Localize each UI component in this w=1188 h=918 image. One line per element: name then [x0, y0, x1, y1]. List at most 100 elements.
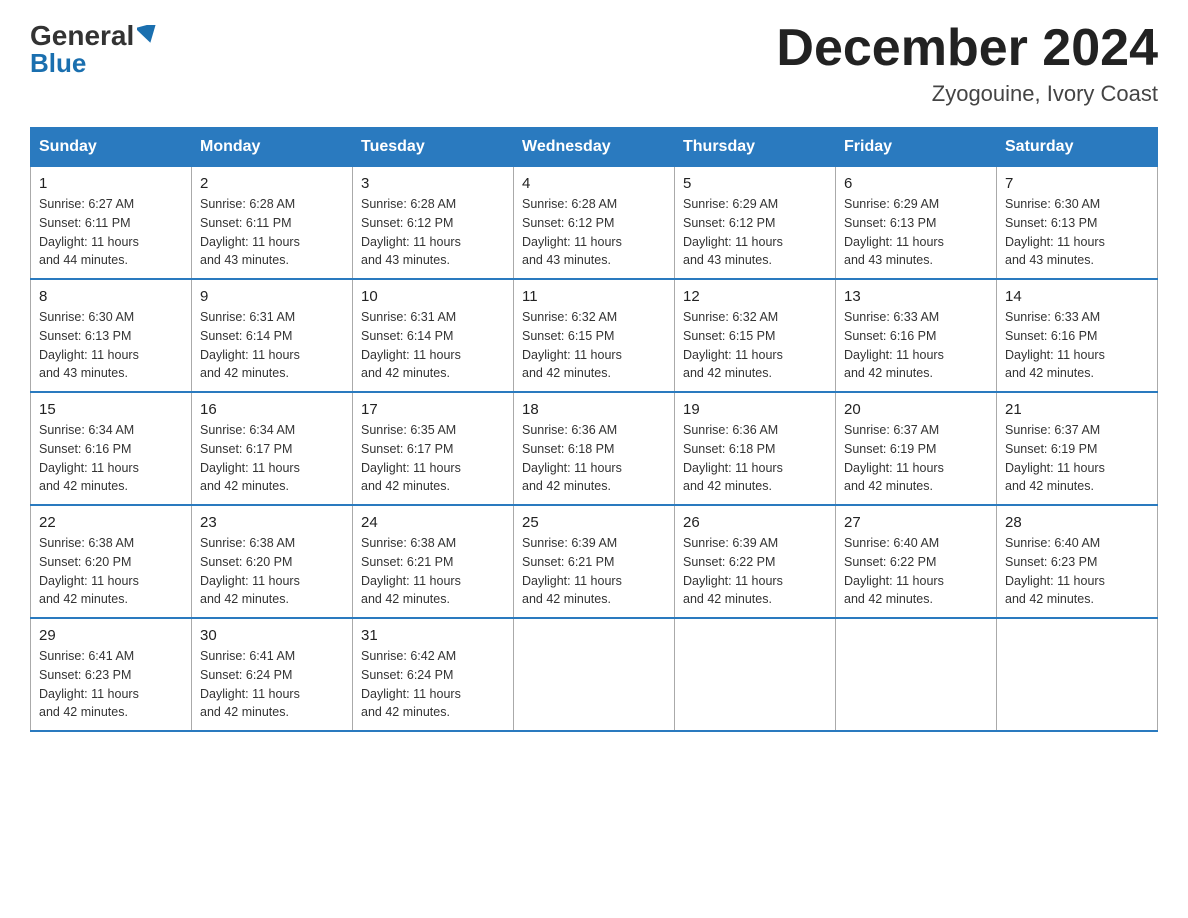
- calendar-week-row: 29 Sunrise: 6:41 AM Sunset: 6:23 PM Dayli…: [31, 618, 1158, 731]
- calendar-cell: 17 Sunrise: 6:35 AM Sunset: 6:17 PM Dayli…: [353, 392, 514, 505]
- calendar-cell: 25Sunrise: 6:39 AM Sunset: 6:21 PM Dayli…: [514, 505, 675, 618]
- day-number: 25: [522, 514, 666, 531]
- day-number: 9: [200, 288, 344, 305]
- calendar-header-day: Monday: [192, 128, 353, 167]
- day-number: 1: [39, 175, 183, 192]
- day-number: 17: [361, 401, 505, 418]
- calendar-cell: 5 Sunrise: 6:29 AM Sunset: 6:12 PM Daylig…: [675, 167, 836, 280]
- day-number: 15: [39, 401, 183, 418]
- day-number: 4: [522, 175, 666, 192]
- day-info: Sunrise: 6:28 AM Sunset: 6:12 PM Dayligh…: [361, 195, 505, 270]
- day-number: 23: [200, 514, 344, 531]
- day-info: Sunrise: 6:33 AM Sunset: 6:16 PM Dayligh…: [844, 308, 988, 383]
- day-number: 13: [844, 288, 988, 305]
- day-info: Sunrise: 6:32 AM Sunset: 6:15 PM Dayligh…: [522, 308, 666, 383]
- day-number: 26: [683, 514, 827, 531]
- calendar-cell: 19Sunrise: 6:36 AM Sunset: 6:18 PM Dayli…: [675, 392, 836, 505]
- day-info: Sunrise: 6:31 AM Sunset: 6:14 PM Dayligh…: [361, 308, 505, 383]
- calendar-cell: 14Sunrise: 6:33 AM Sunset: 6:16 PM Dayli…: [997, 279, 1158, 392]
- page-header: General Blue December 2024 Zyogouine, Iv…: [30, 20, 1158, 107]
- day-info: Sunrise: 6:27 AM Sunset: 6:11 PM Dayligh…: [39, 195, 183, 270]
- calendar-cell: 30 Sunrise: 6:41 AM Sunset: 6:24 PM Dayli…: [192, 618, 353, 731]
- day-info: Sunrise: 6:38 AM Sunset: 6:20 PM Dayligh…: [200, 534, 344, 609]
- day-number: 3: [361, 175, 505, 192]
- logo: General Blue: [30, 20, 159, 79]
- day-info: Sunrise: 6:30 AM Sunset: 6:13 PM Dayligh…: [39, 308, 183, 383]
- calendar-header-day: Saturday: [997, 128, 1158, 167]
- calendar-cell: 8 Sunrise: 6:30 AM Sunset: 6:13 PM Daylig…: [31, 279, 192, 392]
- calendar-cell: 3 Sunrise: 6:28 AM Sunset: 6:12 PM Daylig…: [353, 167, 514, 280]
- day-number: 7: [1005, 175, 1149, 192]
- calendar-cell: 1 Sunrise: 6:27 AM Sunset: 6:11 PM Daylig…: [31, 167, 192, 280]
- calendar-cell: [514, 618, 675, 731]
- day-info: Sunrise: 6:38 AM Sunset: 6:21 PM Dayligh…: [361, 534, 505, 609]
- day-info: Sunrise: 6:29 AM Sunset: 6:12 PM Dayligh…: [683, 195, 827, 270]
- calendar-cell: [836, 618, 997, 731]
- day-info: Sunrise: 6:35 AM Sunset: 6:17 PM Dayligh…: [361, 421, 505, 496]
- day-number: 8: [39, 288, 183, 305]
- day-info: Sunrise: 6:32 AM Sunset: 6:15 PM Dayligh…: [683, 308, 827, 383]
- calendar-header-day: Wednesday: [514, 128, 675, 167]
- logo-triangle-icon: [137, 25, 159, 47]
- day-number: 5: [683, 175, 827, 192]
- calendar-cell: 22 Sunrise: 6:38 AM Sunset: 6:20 PM Dayli…: [31, 505, 192, 618]
- day-info: Sunrise: 6:33 AM Sunset: 6:16 PM Dayligh…: [1005, 308, 1149, 383]
- day-info: Sunrise: 6:28 AM Sunset: 6:12 PM Dayligh…: [522, 195, 666, 270]
- calendar-week-row: 22 Sunrise: 6:38 AM Sunset: 6:20 PM Dayli…: [31, 505, 1158, 618]
- day-info: Sunrise: 6:40 AM Sunset: 6:22 PM Dayligh…: [844, 534, 988, 609]
- calendar-cell: 31 Sunrise: 6:42 AM Sunset: 6:24 PM Dayli…: [353, 618, 514, 731]
- calendar-cell: 21Sunrise: 6:37 AM Sunset: 6:19 PM Dayli…: [997, 392, 1158, 505]
- day-info: Sunrise: 6:37 AM Sunset: 6:19 PM Dayligh…: [1005, 421, 1149, 496]
- day-info: Sunrise: 6:30 AM Sunset: 6:13 PM Dayligh…: [1005, 195, 1149, 270]
- calendar-cell: 10 Sunrise: 6:31 AM Sunset: 6:14 PM Dayli…: [353, 279, 514, 392]
- day-number: 10: [361, 288, 505, 305]
- day-number: 11: [522, 288, 666, 305]
- calendar-header-day: Tuesday: [353, 128, 514, 167]
- day-info: Sunrise: 6:31 AM Sunset: 6:14 PM Dayligh…: [200, 308, 344, 383]
- calendar-cell: 4 Sunrise: 6:28 AM Sunset: 6:12 PM Daylig…: [514, 167, 675, 280]
- calendar-cell: 11 Sunrise: 6:32 AM Sunset: 6:15 PM Dayli…: [514, 279, 675, 392]
- calendar-header-day: Friday: [836, 128, 997, 167]
- day-number: 31: [361, 627, 505, 644]
- day-number: 12: [683, 288, 827, 305]
- day-info: Sunrise: 6:42 AM Sunset: 6:24 PM Dayligh…: [361, 647, 505, 722]
- calendar-header-day: Sunday: [31, 128, 192, 167]
- day-info: Sunrise: 6:28 AM Sunset: 6:11 PM Dayligh…: [200, 195, 344, 270]
- day-number: 28: [1005, 514, 1149, 531]
- calendar-cell: 18 Sunrise: 6:36 AM Sunset: 6:18 PM Dayli…: [514, 392, 675, 505]
- day-number: 24: [361, 514, 505, 531]
- day-info: Sunrise: 6:38 AM Sunset: 6:20 PM Dayligh…: [39, 534, 183, 609]
- calendar-week-row: 8 Sunrise: 6:30 AM Sunset: 6:13 PM Daylig…: [31, 279, 1158, 392]
- day-info: Sunrise: 6:39 AM Sunset: 6:22 PM Dayligh…: [683, 534, 827, 609]
- location-subtitle: Zyogouine, Ivory Coast: [776, 81, 1158, 107]
- day-info: Sunrise: 6:41 AM Sunset: 6:24 PM Dayligh…: [200, 647, 344, 722]
- calendar-cell: 26 Sunrise: 6:39 AM Sunset: 6:22 PM Dayli…: [675, 505, 836, 618]
- day-number: 30: [200, 627, 344, 644]
- calendar-header-day: Thursday: [675, 128, 836, 167]
- calendar-cell: 16 Sunrise: 6:34 AM Sunset: 6:17 PM Dayli…: [192, 392, 353, 505]
- day-number: 19: [683, 401, 827, 418]
- day-info: Sunrise: 6:34 AM Sunset: 6:16 PM Dayligh…: [39, 421, 183, 496]
- day-number: 18: [522, 401, 666, 418]
- calendar-cell: [997, 618, 1158, 731]
- calendar-cell: 24 Sunrise: 6:38 AM Sunset: 6:21 PM Dayli…: [353, 505, 514, 618]
- day-number: 16: [200, 401, 344, 418]
- day-number: 29: [39, 627, 183, 644]
- calendar-cell: 28Sunrise: 6:40 AM Sunset: 6:23 PM Dayli…: [997, 505, 1158, 618]
- day-info: Sunrise: 6:34 AM Sunset: 6:17 PM Dayligh…: [200, 421, 344, 496]
- title-area: December 2024 Zyogouine, Ivory Coast: [776, 20, 1158, 107]
- day-number: 27: [844, 514, 988, 531]
- calendar-cell: 20 Sunrise: 6:37 AM Sunset: 6:19 PM Dayli…: [836, 392, 997, 505]
- day-number: 2: [200, 175, 344, 192]
- day-number: 20: [844, 401, 988, 418]
- calendar-cell: 13 Sunrise: 6:33 AM Sunset: 6:16 PM Dayli…: [836, 279, 997, 392]
- day-number: 22: [39, 514, 183, 531]
- day-info: Sunrise: 6:36 AM Sunset: 6:18 PM Dayligh…: [522, 421, 666, 496]
- day-info: Sunrise: 6:37 AM Sunset: 6:19 PM Dayligh…: [844, 421, 988, 496]
- calendar-cell: 9 Sunrise: 6:31 AM Sunset: 6:14 PM Daylig…: [192, 279, 353, 392]
- day-info: Sunrise: 6:41 AM Sunset: 6:23 PM Dayligh…: [39, 647, 183, 722]
- day-info: Sunrise: 6:29 AM Sunset: 6:13 PM Dayligh…: [844, 195, 988, 270]
- calendar-cell: 27 Sunrise: 6:40 AM Sunset: 6:22 PM Dayli…: [836, 505, 997, 618]
- calendar-cell: 12 Sunrise: 6:32 AM Sunset: 6:15 PM Dayli…: [675, 279, 836, 392]
- calendar-table: SundayMondayTuesdayWednesdayThursdayFrid…: [30, 127, 1158, 732]
